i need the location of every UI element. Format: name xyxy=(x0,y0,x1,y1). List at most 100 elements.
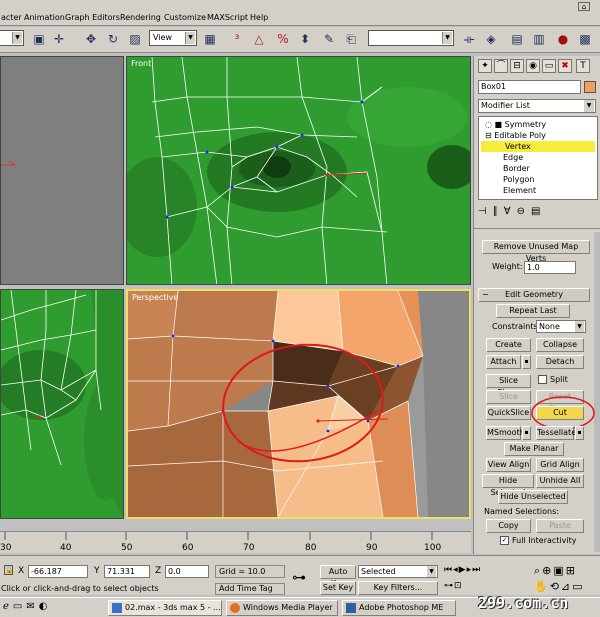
key-mode-icon[interactable]: ⊶ xyxy=(444,581,454,591)
collapse-button[interactable]: Collapse xyxy=(536,338,584,352)
viewport-front[interactable]: Front xyxy=(126,56,471,285)
weight-spinner[interactable]: 1.0 xyxy=(524,261,576,274)
slice-plane-button[interactable]: Slice Plane xyxy=(486,374,531,397)
display-tab-icon[interactable]: ▭ xyxy=(542,59,556,73)
stack-item-edge[interactable]: Edge xyxy=(503,152,600,163)
modifier-list-dropdown[interactable]: Modifier List ▼ xyxy=(478,99,596,113)
render-scene-icon[interactable]: ▩ xyxy=(576,30,594,48)
menu-item-animation[interactable]: Animation xyxy=(24,13,65,22)
window-control-icon[interactable]: ⌂ xyxy=(578,2,590,11)
stack-item-border[interactable]: Border xyxy=(503,163,600,174)
msmooth-settings-icon[interactable]: ▪ xyxy=(522,426,531,440)
modify-tab-icon[interactable]: ⌒ xyxy=(494,59,508,73)
schematic-view-icon[interactable]: ▥ xyxy=(530,30,548,48)
play-icon[interactable]: ▶ xyxy=(459,565,467,575)
attach-button[interactable]: Attach xyxy=(486,355,521,369)
pan-icon[interactable]: ✋ xyxy=(534,580,550,593)
menu-item-maxscript[interactable]: MAXScript xyxy=(207,13,248,22)
menu-item-character[interactable]: acter xyxy=(1,13,22,22)
zoom-icon[interactable]: ⌕ xyxy=(534,564,542,577)
tessellate-settings-icon[interactable]: ▪ xyxy=(575,426,584,440)
media-icon[interactable]: ◐ xyxy=(39,601,52,612)
hide-unselected-button[interactable]: Hide Unselected xyxy=(498,490,568,504)
hierarchy-tab-icon[interactable]: ⊟ xyxy=(510,59,524,73)
remove-modifier-icon[interactable]: ⊖ xyxy=(517,206,531,217)
scale-icon[interactable]: ▨ xyxy=(126,30,144,48)
menu-item-help[interactable]: Help xyxy=(250,13,268,22)
zoom-extents-icon[interactable]: ▣ xyxy=(553,564,565,577)
pivot-icon[interactable]: ▦ xyxy=(201,30,219,48)
make-planar-button[interactable]: Make Planar xyxy=(504,442,564,456)
x-coordinate-field[interactable]: -66.187 xyxy=(28,565,88,578)
grid-align-button[interactable]: Grid Align xyxy=(536,458,584,472)
taskbar-item-3dsmax[interactable]: 02.max - 3ds max 5 - ... xyxy=(108,600,222,616)
copy-button[interactable]: Copy xyxy=(486,519,531,533)
viewport-perspective[interactable]: Perspective xyxy=(126,289,471,519)
go-to-end-icon[interactable]: ⏭ xyxy=(472,565,481,575)
remove-unused-map-verts-button[interactable]: Remove Unused Map Verts xyxy=(482,240,590,263)
field-of-view-icon[interactable]: ⊿ xyxy=(561,580,572,593)
reference-coord-dropdown[interactable]: View ▼ xyxy=(149,30,197,46)
slice-button[interactable]: Slice xyxy=(486,390,531,404)
named-sel-edit-icon[interactable]: ✎ xyxy=(320,30,338,48)
full-interactivity-checkbox[interactable]: ✓ Full Interactivity xyxy=(500,536,577,545)
motion-tab-icon[interactable]: ◉ xyxy=(526,59,540,73)
menu-item-rendering[interactable]: Rendering xyxy=(120,13,161,22)
stack-item-element[interactable]: Element xyxy=(503,185,600,196)
snap-icon[interactable]: ³ xyxy=(228,30,246,48)
key-filters-button[interactable]: Key Filters... xyxy=(358,581,438,595)
create-button[interactable]: Create xyxy=(486,338,531,352)
hammer-icon[interactable]: T xyxy=(576,59,590,73)
stack-item-editable-poly[interactable]: ⊟ Editable Poly xyxy=(485,130,595,141)
msmooth-button[interactable]: MSmooth xyxy=(486,426,525,440)
mirror-tool-icon[interactable]: ⟛ xyxy=(460,30,478,48)
zoom-all-icon[interactable]: ⊕ xyxy=(542,564,553,577)
rotate-icon[interactable]: ↻ xyxy=(104,30,122,48)
hide-selected-button[interactable]: Hide Selected xyxy=(482,474,534,497)
select-by-name-icon[interactable]: ✛ xyxy=(50,30,68,48)
add-time-tag[interactable]: Add Time Tag xyxy=(215,583,285,595)
spinner-snap-icon[interactable]: ⬍ xyxy=(296,30,314,48)
track-view-icon[interactable]: ▤ xyxy=(508,30,526,48)
menu-item-graph-editors[interactable]: Graph Editors xyxy=(65,13,120,22)
object-color-swatch[interactable] xyxy=(584,81,596,93)
move-icon[interactable]: ✥ xyxy=(82,30,100,48)
menu-item-customize[interactable]: Customize xyxy=(164,13,206,22)
set-key-mode-icon[interactable]: ⊶ xyxy=(292,570,306,586)
named-selection-set-dropdown[interactable]: ▼ xyxy=(368,30,454,46)
attach-settings-icon[interactable]: ▪ xyxy=(522,355,531,369)
time-config-icon[interactable]: ⊡ xyxy=(454,581,463,591)
maximize-viewport-icon[interactable]: ▭ xyxy=(572,580,584,593)
tessellate-button[interactable]: Tessellate xyxy=(536,426,576,440)
detach-button[interactable]: Detach xyxy=(536,355,584,369)
unhide-all-button[interactable]: Unhide All xyxy=(536,474,584,488)
stack-item-symmetry[interactable]: ◌ ■ Symmetry xyxy=(485,119,595,130)
taskbar-item-media-player[interactable]: Windows Media Player xyxy=(226,600,338,616)
y-coordinate-field[interactable]: 71.331 xyxy=(104,565,150,578)
auto-key-button[interactable]: Auto Key xyxy=(320,565,356,588)
panel-scrollbar[interactable] xyxy=(594,232,600,552)
viewport-top-left[interactable] xyxy=(0,56,124,285)
key-selection-dropdown[interactable]: Selected ▼ xyxy=(358,565,438,578)
repeat-last-button[interactable]: Repeat Last xyxy=(496,304,570,318)
quickslice-button[interactable]: QuickSlice xyxy=(486,406,531,420)
make-unique-icon[interactable]: ∀ xyxy=(504,206,517,217)
set-key-button[interactable]: Set Key xyxy=(320,581,356,595)
stack-item-vertex[interactable]: Vertex xyxy=(481,141,595,152)
z-coordinate-field[interactable]: 0.0 xyxy=(165,565,209,578)
desktop-icon[interactable]: ▭ xyxy=(13,601,26,612)
selection-dropdown[interactable]: ▼ xyxy=(0,30,24,46)
lock-selection-icon[interactable]: 🔒 xyxy=(4,565,14,575)
angle-snap-icon[interactable]: △ xyxy=(250,30,268,48)
viewport-bottom-left[interactable] xyxy=(0,289,124,519)
object-name-field[interactable]: Box01 xyxy=(478,80,581,94)
material-editor-icon[interactable]: ● xyxy=(554,30,572,48)
go-to-start-icon[interactable]: ⏮ xyxy=(444,565,453,575)
mirror-icon[interactable]: ⎗ xyxy=(342,30,360,48)
paste-button[interactable]: Paste xyxy=(536,519,584,533)
show-end-result-icon[interactable]: ∥ xyxy=(493,206,504,217)
constraints-dropdown[interactable]: None ▼ xyxy=(536,320,586,333)
stack-item-polygon[interactable]: Polygon xyxy=(503,174,600,185)
explorer-icon[interactable]: ✉ xyxy=(26,601,38,612)
zoom-extents-all-icon[interactable]: ⊞ xyxy=(566,564,577,577)
